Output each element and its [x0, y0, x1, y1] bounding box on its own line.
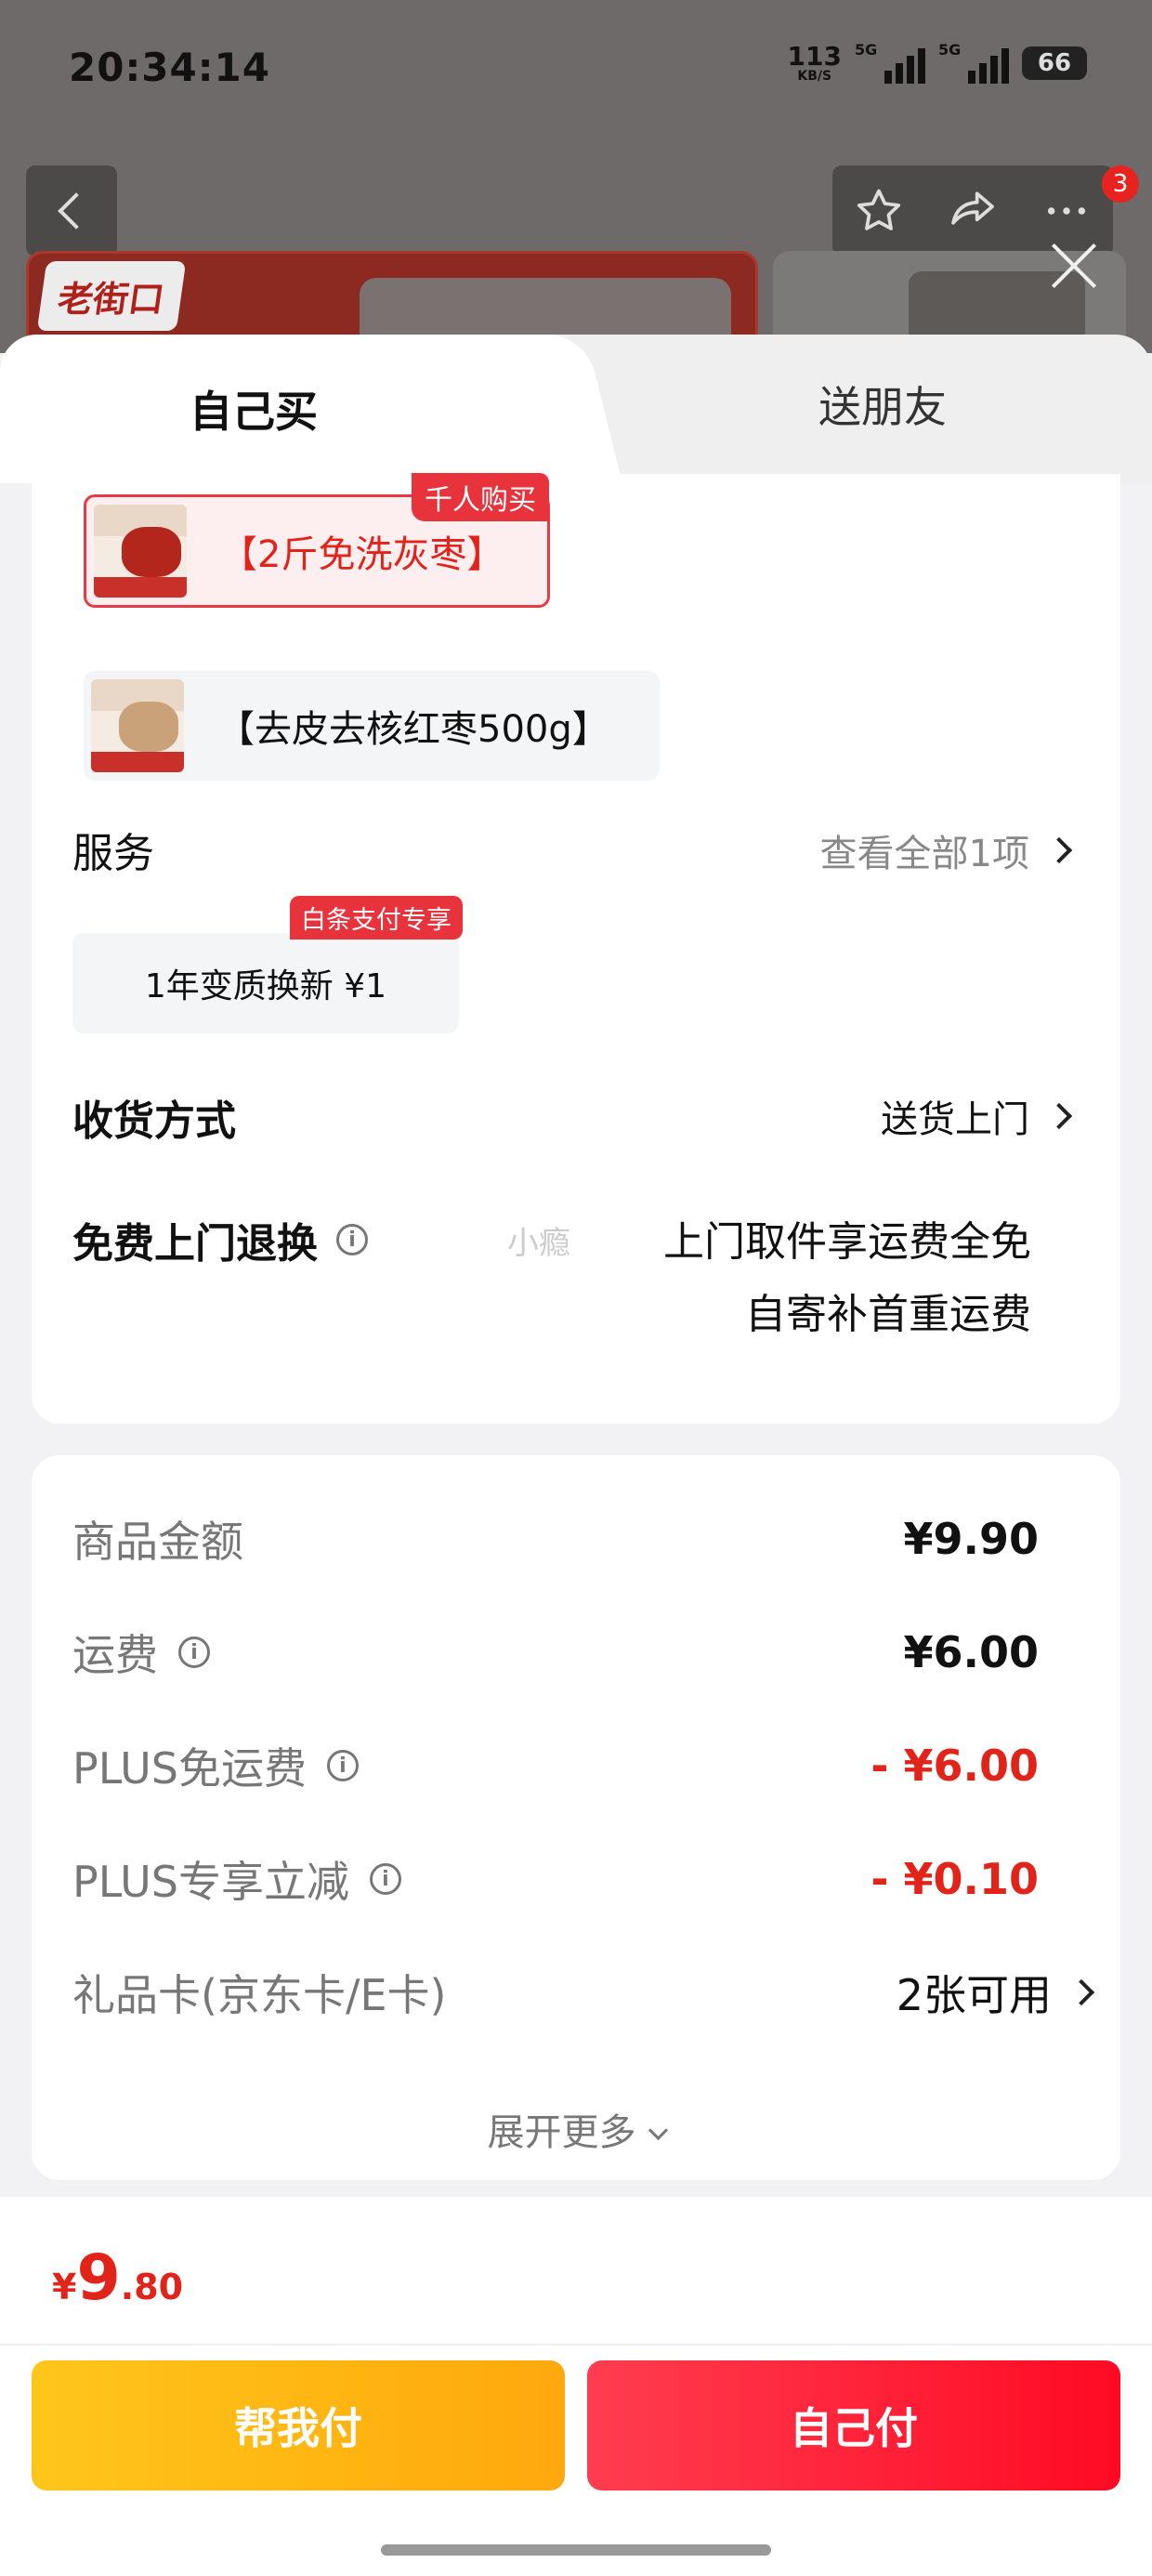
delivery-method[interactable]: 送货上门: [881, 1089, 1073, 1143]
plus-discount-value: - ¥0.10: [871, 1854, 1039, 1904]
chevron-right-icon: [1045, 1102, 1073, 1130]
service-tag: 白条支付专享: [290, 896, 463, 940]
plus-free-shipping-row: PLUS免运费 i - ¥6.00: [72, 1728, 1039, 1803]
more-icon[interactable]: [1029, 174, 1104, 248]
total-price: ¥ 9 .80: [52, 2241, 184, 2315]
purchase-sheet: 送朋友 自己买 【2斤免洗灰枣】 千人购买 【去皮去核红枣500g】 服务 查看…: [0, 335, 1152, 2576]
return-desc-line1: 上门取件享运费全免: [663, 1218, 1031, 1266]
tab-buy-self[interactable]: 自己买: [0, 335, 576, 483]
help-me-pay-button[interactable]: 帮我付: [32, 2360, 565, 2491]
goods-amount-value: ¥9.90: [903, 1514, 1039, 1564]
signal-5g-icon-2: 5G: [938, 41, 1009, 84]
tab-send-friend[interactable]: 送朋友: [613, 335, 1152, 474]
status-bar: 20:34:14 113 KB/S 5G 5G 66: [0, 0, 1152, 139]
plus-discount-row: PLUS专享立减 i - ¥0.10: [72, 1842, 1039, 1916]
free-return-title: 免费上门退换: [72, 1220, 318, 1268]
dimmed-backdrop[interactable]: 20:34:14 113 KB/S 5G 5G 66 3 老街口: [0, 0, 1152, 353]
divider: [0, 2344, 1152, 2346]
tab-buy-self-label: 自己买: [190, 387, 318, 437]
shipping-label: 运费: [72, 1630, 158, 1680]
plus-free-shipping-label: PLUS免运费: [72, 1743, 307, 1794]
chevron-right-icon: [1045, 836, 1073, 864]
spec-thumbnail: [94, 505, 187, 598]
purchase-tabs: 送朋友 自己买: [0, 335, 1152, 483]
checkout-bar: ¥ 9 .80 帮我付 自己付: [0, 2197, 1152, 2576]
service-option[interactable]: 1年变质换新 ¥1: [72, 933, 459, 1033]
network-speed: 113 KB/S: [787, 41, 842, 84]
free-return-row: 免费上门退换 i: [72, 1210, 368, 1269]
close-icon[interactable]: [1048, 240, 1100, 292]
info-icon[interactable]: i: [178, 1636, 210, 1668]
cart-badge: 3: [1102, 165, 1139, 203]
return-desc-line2: 自寄补首重运费: [745, 1291, 1031, 1338]
goods-amount-row: 商品金额 ¥9.90: [72, 1502, 1039, 1576]
info-icon[interactable]: i: [326, 1750, 359, 1781]
gift-card-label: 礼品卡(京东卡/E卡): [72, 1970, 447, 2020]
spec-label: 【去皮去核红枣500g】: [217, 708, 609, 751]
star-icon[interactable]: [842, 174, 916, 248]
back-button[interactable]: [26, 165, 117, 256]
popular-tag: 千人购买: [412, 473, 549, 521]
options-card: 【2斤免洗灰枣】 千人购买 【去皮去核红枣500g】 服务 查看全部1项 1年变…: [32, 473, 1120, 1424]
share-icon[interactable]: [936, 174, 1010, 248]
spec-label: 【2斤免洗灰枣】: [220, 533, 504, 576]
pay-myself-button[interactable]: 自己付: [587, 2360, 1120, 2491]
status-icons: 113 KB/S 5G 5G 66: [787, 41, 1087, 84]
chevron-left-icon: [58, 192, 95, 230]
signal-5g-icon: 5G: [855, 41, 925, 84]
plus-discount-label: PLUS专享立减: [72, 1857, 349, 1907]
brand-logo: 老街口: [36, 261, 187, 331]
info-icon[interactable]: i: [369, 1863, 401, 1895]
delivery-title: 收货方式: [72, 1097, 236, 1145]
chevron-right-icon: [1067, 1978, 1095, 2006]
watermark: 小瘾: [507, 1225, 570, 1262]
service-title: 服务: [72, 830, 154, 877]
home-indicator[interactable]: [381, 2544, 771, 2556]
expand-more-button[interactable]: 展开更多: [32, 2102, 1120, 2156]
info-icon[interactable]: i: [336, 1224, 368, 1255]
chevron-down-icon: [648, 2120, 668, 2141]
goods-amount-label: 商品金额: [72, 1517, 243, 1567]
battery-icon: 66: [1022, 46, 1087, 80]
spec-thumbnail: [91, 679, 184, 772]
price-breakdown-card: 商品金额 ¥9.90 运费 i ¥6.00 PLUS免运费 i - ¥6.00 PL…: [32, 1455, 1120, 2180]
service-view-all[interactable]: 查看全部1项: [820, 823, 1073, 877]
plus-free-shipping-value: - ¥6.00: [871, 1741, 1039, 1791]
gift-card-value: 2张可用: [896, 1970, 1052, 2020]
spec-option-gray-jujube[interactable]: 【2斤免洗灰枣】 千人购买: [84, 473, 550, 608]
status-time: 20:34:14: [69, 45, 270, 90]
spec-option-red-jujube[interactable]: 【去皮去核红枣500g】: [84, 671, 660, 781]
shipping-value: ¥6.00: [903, 1627, 1039, 1677]
gift-card-row[interactable]: 礼品卡(京东卡/E卡) 2张可用: [72, 1955, 1095, 2030]
shipping-row: 运费 i ¥6.00: [72, 1615, 1039, 1689]
